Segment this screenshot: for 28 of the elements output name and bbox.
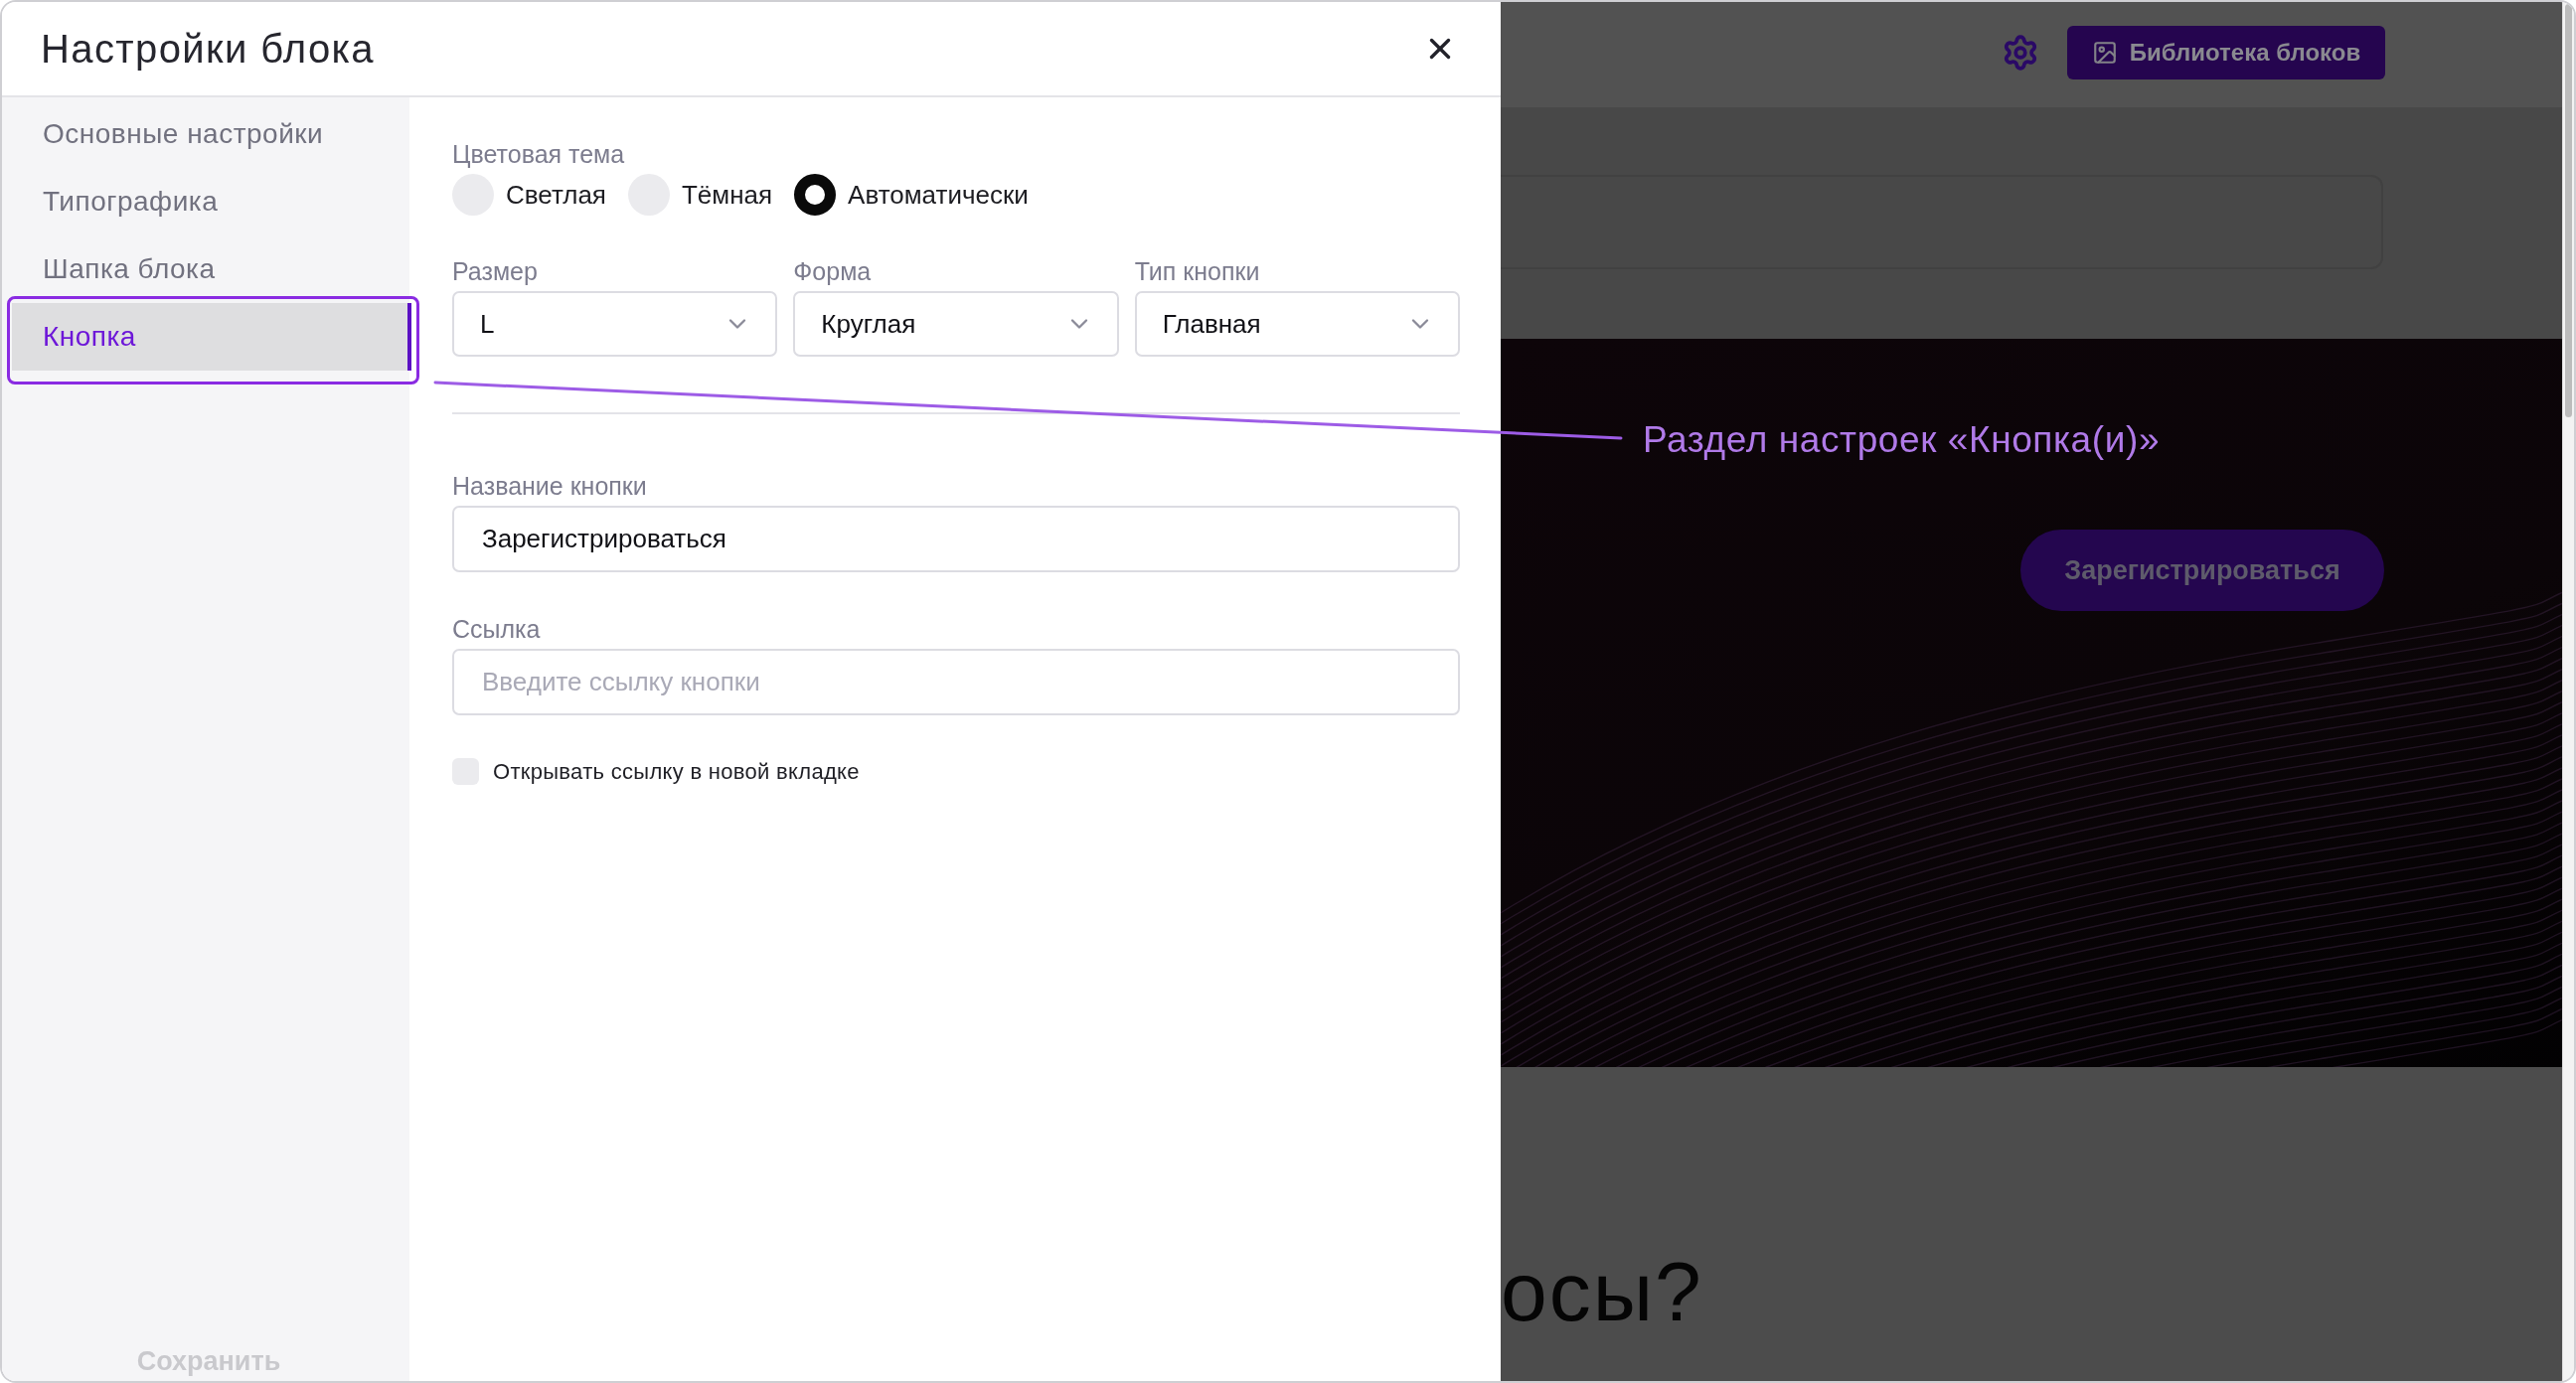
image-icon <box>2091 40 2118 66</box>
radio-button[interactable] <box>794 174 837 216</box>
checkbox-label: Открывать ссылку в новой вкладке <box>493 758 860 785</box>
radio-label: Светлая <box>506 179 606 211</box>
dropdown-select[interactable]: Главная <box>1134 291 1460 357</box>
scrollbar-thumb[interactable] <box>2565 4 2572 417</box>
radio-label: Тёмная <box>681 179 773 211</box>
field-label: Форма <box>793 256 873 286</box>
sidebar-item[interactable]: Основные настройки <box>12 100 411 168</box>
input-field[interactable]: Зарегистрироваться <box>452 506 1460 572</box>
annotation-text: Раздел настроек «Кнопка(и)» <box>1643 418 2161 462</box>
dropdown-select[interactable]: Круглая <box>793 291 1119 357</box>
field-label: Ссылка <box>452 614 542 644</box>
field-label: Тип кнопки <box>1134 256 1261 286</box>
field-label: Цветовая тема <box>452 139 626 169</box>
input-field[interactable] <box>1501 175 2383 269</box>
field-label: Название кнопки <box>452 471 648 501</box>
field-label: Размер <box>452 256 539 286</box>
sidebar-item[interactable]: Кнопка <box>12 303 411 371</box>
settings-icon[interactable] <box>2002 34 2039 72</box>
library-button[interactable]: Библиотека блоков <box>2067 26 2385 79</box>
radio-label: Автоматически <box>848 179 1029 211</box>
register-button[interactable]: Зарегистрироваться <box>2020 530 2384 611</box>
dropdown-select[interactable]: L <box>452 291 778 357</box>
sidebar-item[interactable]: Типографика <box>12 168 411 235</box>
modal-title: Настройки блока <box>41 26 376 72</box>
sidebar-item[interactable]: Шапка блока <box>12 235 411 303</box>
section-heading: осы? <box>1501 1250 1703 1333</box>
